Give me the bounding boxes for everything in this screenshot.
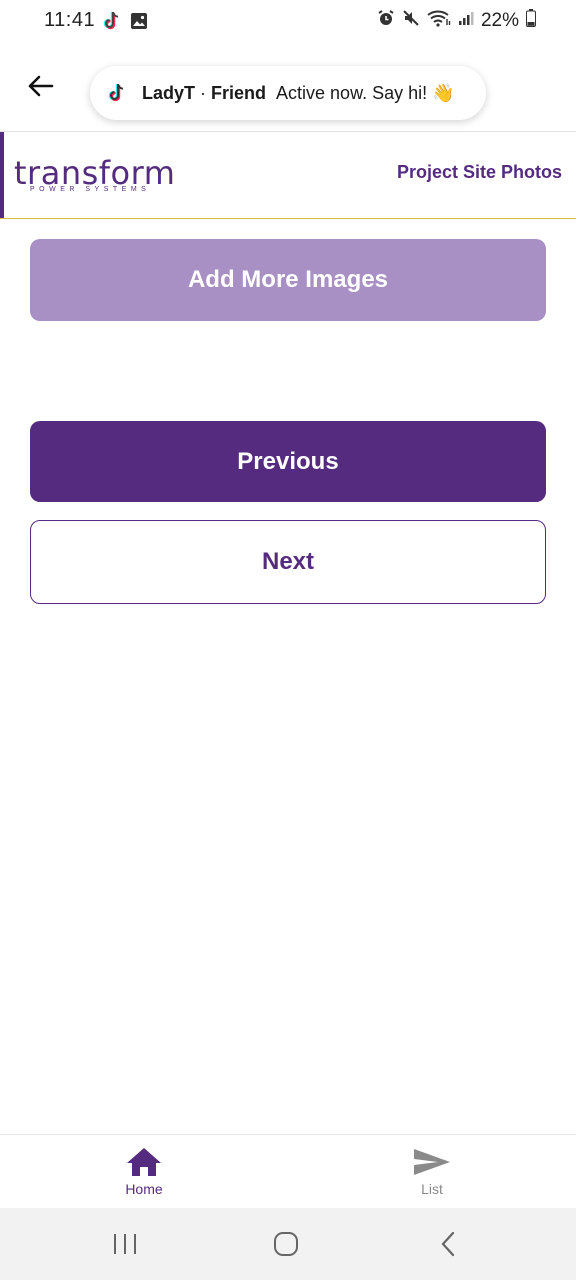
signal-icon xyxy=(458,10,474,31)
arrow-left-icon xyxy=(28,75,54,97)
status-time: 11:41 xyxy=(44,9,96,31)
system-home-button[interactable] xyxy=(266,1226,306,1262)
image-icon xyxy=(130,12,148,35)
app-header: transform POWER SYSTEMS Project Site Pho… xyxy=(0,132,576,218)
previous-button[interactable]: Previous xyxy=(30,421,546,502)
home-icon xyxy=(127,1148,161,1176)
nav-label-list: List xyxy=(421,1181,443,1197)
back-button[interactable] xyxy=(22,68,58,104)
company-logo-subtext: POWER SYSTEMS xyxy=(30,186,151,193)
chevron-left-icon xyxy=(441,1231,455,1257)
toast-user-name: LadyT xyxy=(142,82,196,103)
header-accent-bar xyxy=(0,132,4,218)
nav-item-list[interactable]: List xyxy=(372,1147,492,1197)
add-more-images-button[interactable]: Add More Images xyxy=(30,239,546,321)
friend-activity-toast[interactable]: LadyT · Friend Active now. Say hi! 👋 xyxy=(90,66,486,120)
nav-item-home[interactable]: Home xyxy=(84,1147,204,1197)
alarm-icon xyxy=(377,9,395,32)
system-navigation-bar xyxy=(0,1208,576,1280)
header-underline xyxy=(0,218,576,219)
mute-icon xyxy=(402,9,420,32)
page-title: Project Site Photos xyxy=(396,162,562,182)
status-bar: 11:41 22% xyxy=(0,0,576,44)
send-icon xyxy=(414,1149,450,1175)
next-button[interactable]: Next xyxy=(30,520,546,604)
tiktok-icon xyxy=(102,10,122,37)
toast-relation: Friend xyxy=(211,82,267,103)
tiktok-icon xyxy=(106,82,128,104)
nav-label-home: Home xyxy=(125,1181,163,1197)
wifi-icon xyxy=(427,9,451,32)
recents-button[interactable] xyxy=(105,1226,145,1262)
system-back-button[interactable] xyxy=(428,1226,468,1262)
battery-percent: 22% xyxy=(480,9,519,31)
toast-separator: · xyxy=(200,82,207,103)
battery-icon xyxy=(526,9,536,32)
recents-icon xyxy=(114,1234,136,1254)
home-circle-icon xyxy=(274,1232,298,1256)
bottom-navigation: Home List xyxy=(0,1134,576,1208)
toast-message: Active now. Say hi! 👋 xyxy=(276,82,455,103)
